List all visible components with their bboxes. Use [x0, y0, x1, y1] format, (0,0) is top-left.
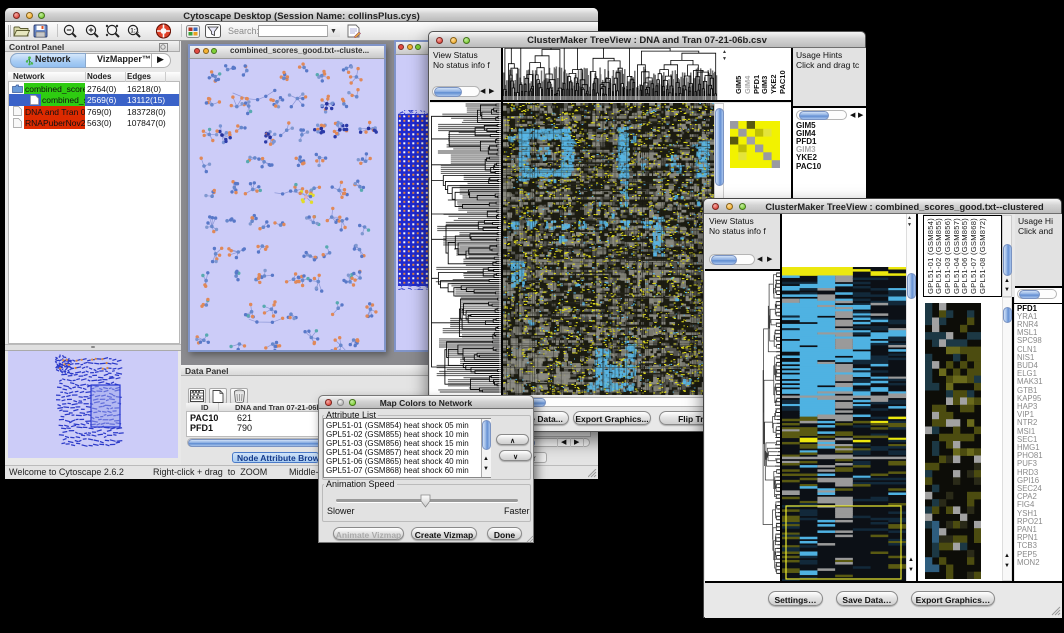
svg-text:1:1: 1:1 — [130, 28, 139, 34]
